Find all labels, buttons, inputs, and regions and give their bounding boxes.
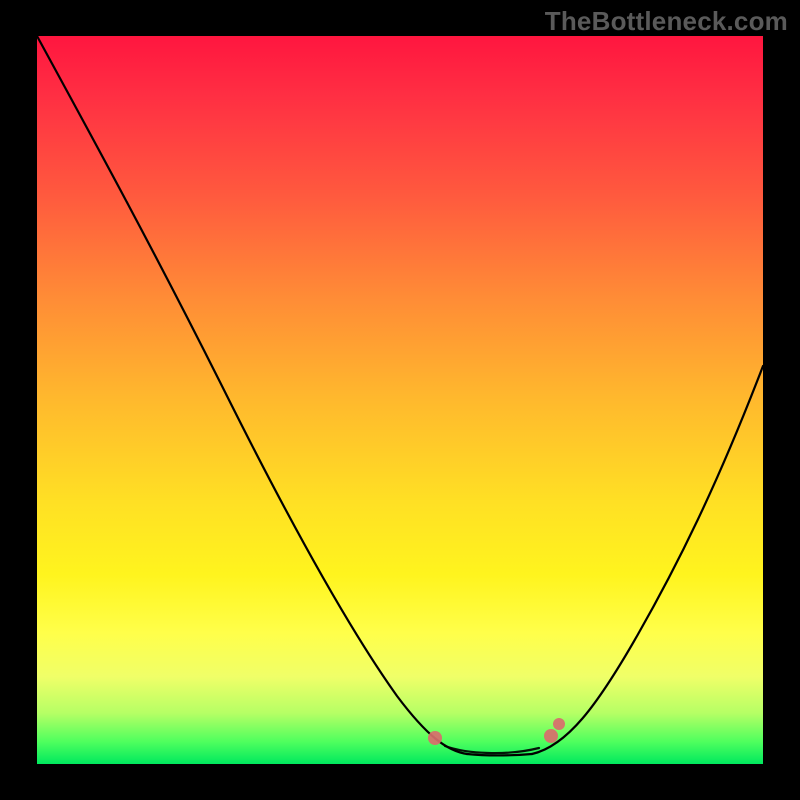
optimal-region-right-dot [544, 729, 558, 743]
optimal-region-right-dot-2 [553, 718, 565, 730]
watermark-text: TheBottleneck.com [545, 6, 788, 37]
optimal-region-left-dot [428, 731, 442, 745]
plot-area [37, 36, 763, 764]
chart-canvas: TheBottleneck.com [0, 0, 800, 800]
bottleneck-curve [37, 36, 763, 764]
